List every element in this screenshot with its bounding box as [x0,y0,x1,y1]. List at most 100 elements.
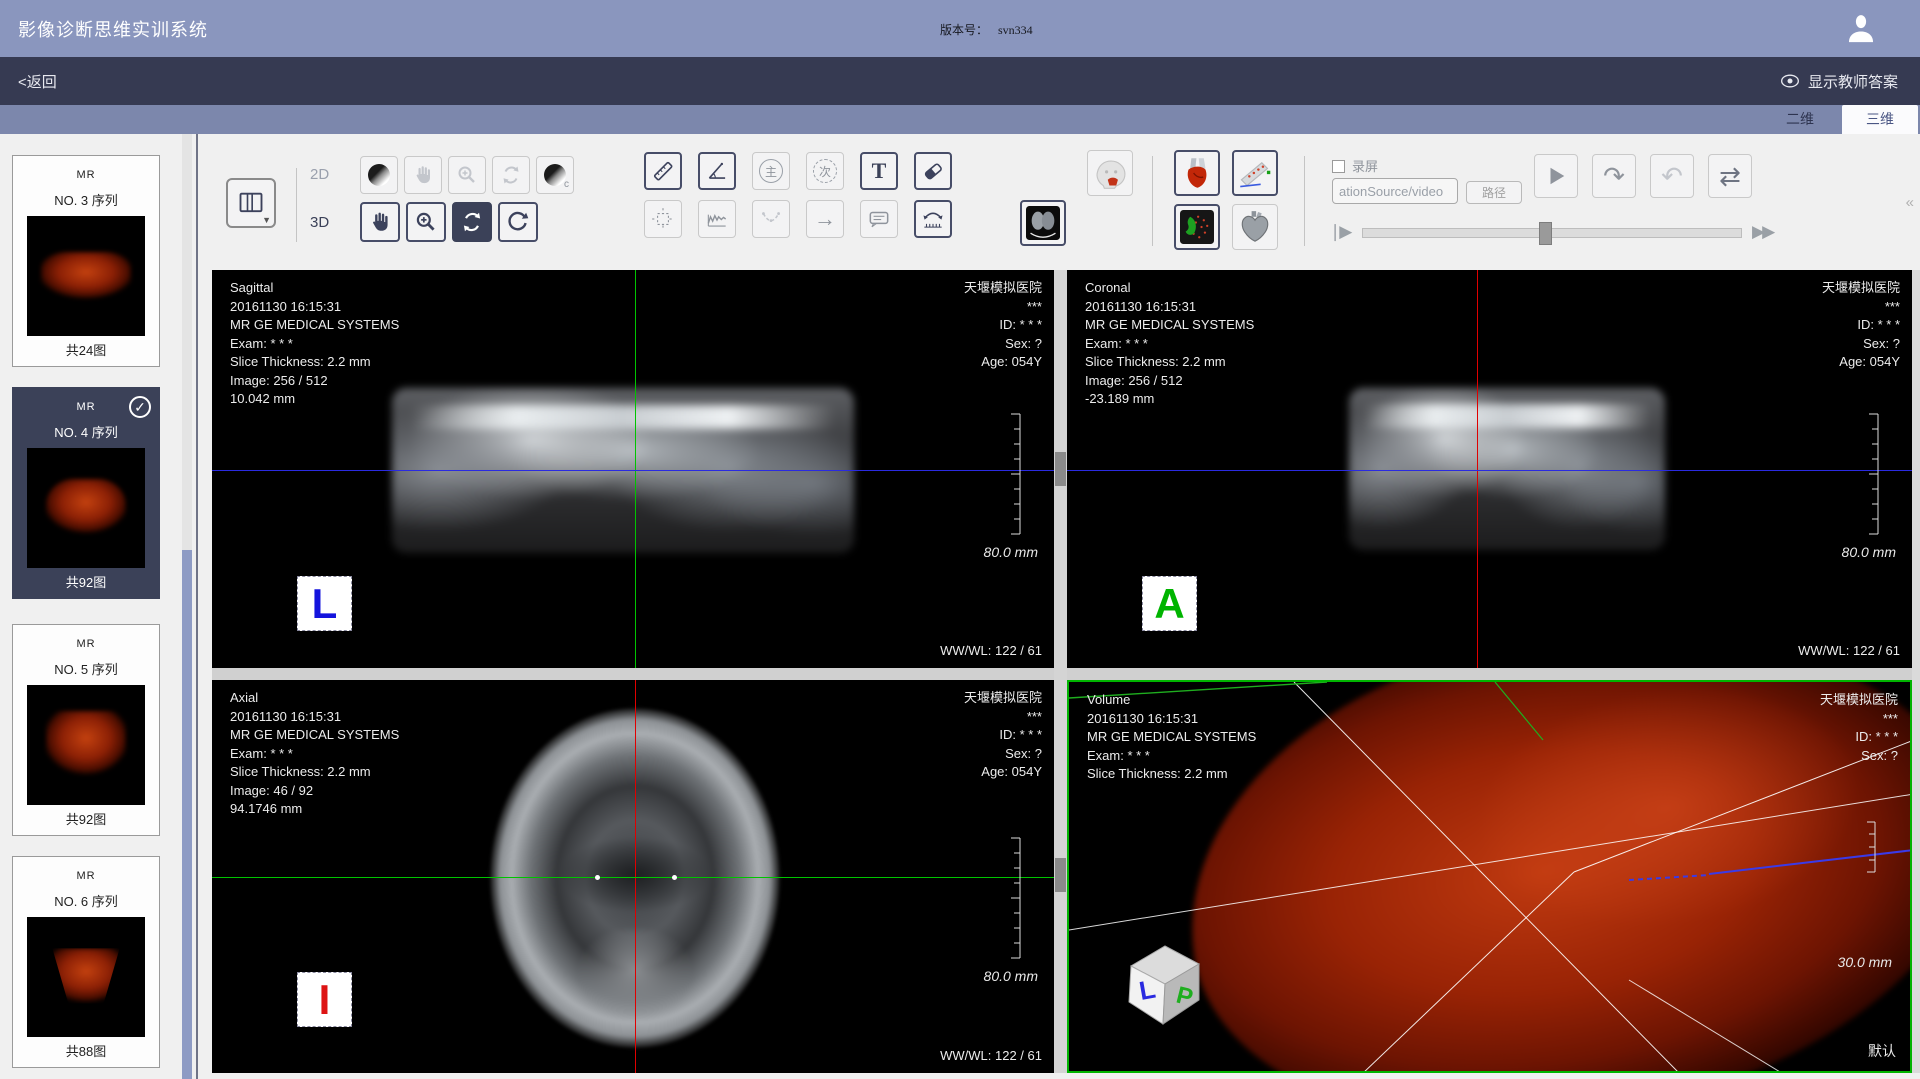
back-button[interactable]: <返回 [18,71,57,92]
series-card-2-selected[interactable]: ✓ MR NO. 4 序列 共92图 [12,387,160,599]
collapse-toolbar-icon[interactable]: « [1906,194,1914,211]
dicom-overlay-topleft: Coronal20161130 16:15:31 MR GE MEDICAL S… [1085,279,1254,409]
slice-scrollbar-column[interactable] [1054,270,1067,1073]
tool-curve-measure-button[interactable] [914,200,952,238]
tool-arrow-button[interactable]: → [806,200,844,238]
tool-3d-reset-button[interactable] [498,202,538,242]
record-option: 录屏 [1332,156,1378,176]
reset-c-glyph: c [564,179,569,190]
series-name: NO. 5 序列 [13,659,159,678]
zoom-in-icon [413,209,439,235]
viewport-coronal[interactable]: Coronal20161130 16:15:31 MR GE MEDICAL S… [1067,270,1912,668]
series-image-count: 共92图 [13,809,159,828]
scale-ruler [1864,412,1880,536]
rotate-right-play-button[interactable]: ↷ [1592,154,1636,198]
tool-2d-rotate-button[interactable] [492,156,530,194]
playback-slider[interactable] [1362,222,1742,244]
tool-3d-pan-button[interactable] [360,202,400,242]
series-thumbnail [27,448,145,568]
slider-track[interactable] [1362,228,1742,238]
tool-annotation-button[interactable] [860,200,898,238]
view-2d-ct-button[interactable] [1020,200,1066,246]
fast-speed-icon[interactable]: ▶▶ [1752,222,1772,242]
tool-main-landmark-button[interactable]: 主 [752,152,790,190]
slow-speed-icon[interactable]: ❘▶ [1328,222,1349,242]
tool-2d-windowlevel-button[interactable] [360,156,398,194]
slice-scrollbar-thumb[interactable] [1055,452,1066,486]
crosshair-vertical-green[interactable] [635,270,636,668]
series-image-count: 共92图 [13,572,159,591]
main-landmark-icon: 主 [759,159,783,183]
series-card-3[interactable]: MR NO. 5 序列 共92图 [12,624,160,836]
secondary-landmark-icon: 次 [813,159,837,183]
viewport-volume[interactable]: Volume20161130 16:15:31 MR GE MEDICAL SY… [1067,680,1912,1073]
tool-arc-button[interactable] [752,200,790,238]
tool-3d-rotate-button-selected[interactable] [452,202,492,242]
cardiac-button[interactable] [1232,204,1278,250]
show-teacher-answer-label: 显示教师答案 [1808,71,1898,92]
slider-thumb[interactable] [1539,222,1552,245]
app-window: 影像诊断思维实训系统 版本号：svn334 <返回 显示教师答案 二维 三维 M… [0,0,1920,1079]
show-teacher-answer-button[interactable]: 显示教师答案 [1780,71,1898,92]
version-value: svn334 [998,23,1033,37]
tool-secondary-landmark-button[interactable]: 次 [806,152,844,190]
tool-eraser-button[interactable] [914,152,952,190]
path-button[interactable]: 路径 [1466,181,1522,204]
angle-icon [704,158,730,184]
sidebar-scrollbar-thumb[interactable] [182,550,192,1079]
right-scroll-strip[interactable] [1912,270,1920,1073]
ruler-icon [650,158,676,184]
series-card-4[interactable]: MR NO. 6 序列 共88图 [12,856,160,1068]
viewport-sagittal[interactable]: Sagittal20161130 16:15:31 MR GE MEDICAL … [212,270,1054,668]
swap-direction-button[interactable]: ⇄ [1708,154,1752,198]
slice-scrollbar-thumb[interactable] [1055,858,1066,892]
layout-button[interactable]: ▼ [226,178,276,228]
user-avatar-icon[interactable] [1844,11,1878,45]
tab-2d[interactable]: 二维 [1762,105,1838,134]
tool-2d-pan-button[interactable] [404,156,442,194]
header: 影像诊断思维实训系统 版本号：svn334 [0,0,1920,57]
crosshair-horizontal-blue[interactable] [1067,470,1912,471]
dicom-overlay-topleft: Axial20161130 16:15:31 MR GE MEDICAL SYS… [230,689,399,819]
crosshair-dot [672,875,677,880]
tab-3d[interactable]: 三维 [1842,105,1918,134]
sidebar-scrollbar[interactable] [182,134,192,1079]
orientation-cube[interactable]: L P [1119,940,1211,1040]
tool-2d-reset-windowlevel-button[interactable]: c [536,156,574,194]
view-slice-plane-button[interactable] [1232,150,1278,196]
tool-profile-curve-button[interactable] [698,200,736,238]
tool-text-button[interactable]: T [860,152,898,190]
eye-icon [1780,73,1800,89]
render-preset-label: 默认 [1868,1041,1896,1061]
roi-icon [650,206,676,232]
tool-angle-button[interactable] [698,152,736,190]
mr-image-coronal [1349,388,1665,550]
crosshair-horizontal-green[interactable] [212,877,1054,878]
rotate-right-icon: ↷ [1603,161,1625,192]
crosshair-vertical-red[interactable] [1477,270,1478,668]
view-joint-button[interactable] [1174,150,1220,196]
series-name: NO. 6 序列 [13,891,159,910]
record-checkbox[interactable] [1332,160,1345,173]
play-button[interactable] [1534,154,1578,198]
orientation-marker: L [297,576,352,631]
record-path-input[interactable] [1332,178,1458,204]
viewport-grid: Sagittal20161130 16:15:31 MR GE MEDICAL … [212,270,1920,1073]
series-modality: MR [13,870,159,882]
series-name: NO. 4 序列 [13,422,159,441]
tool-ruler-button[interactable] [644,152,682,190]
tool-3d-zoom-button[interactable] [406,202,446,242]
series-name: NO. 3 序列 [13,190,159,209]
tool-roi-button[interactable] [644,200,682,238]
dicom-overlay-topright: 天堰模拟医院*** ID: * * *Sex: ? Age: 054Y [964,279,1042,372]
segmentation-button[interactable] [1174,204,1220,250]
series-card-1[interactable]: MR NO. 3 序列 共24图 [12,155,160,367]
rotate-left-play-button[interactable]: ↶ [1650,154,1694,198]
arc-icon [758,206,784,232]
crosshair-horizontal-blue[interactable] [212,470,1054,471]
view-3d-vr-button[interactable] [1087,150,1133,196]
comment-icon [866,206,892,232]
viewport-axial[interactable]: Axial20161130 16:15:31 MR GE MEDICAL SYS… [212,680,1054,1073]
tool-2d-zoom-button[interactable] [448,156,486,194]
mode-2d-label: 2D [310,166,329,183]
